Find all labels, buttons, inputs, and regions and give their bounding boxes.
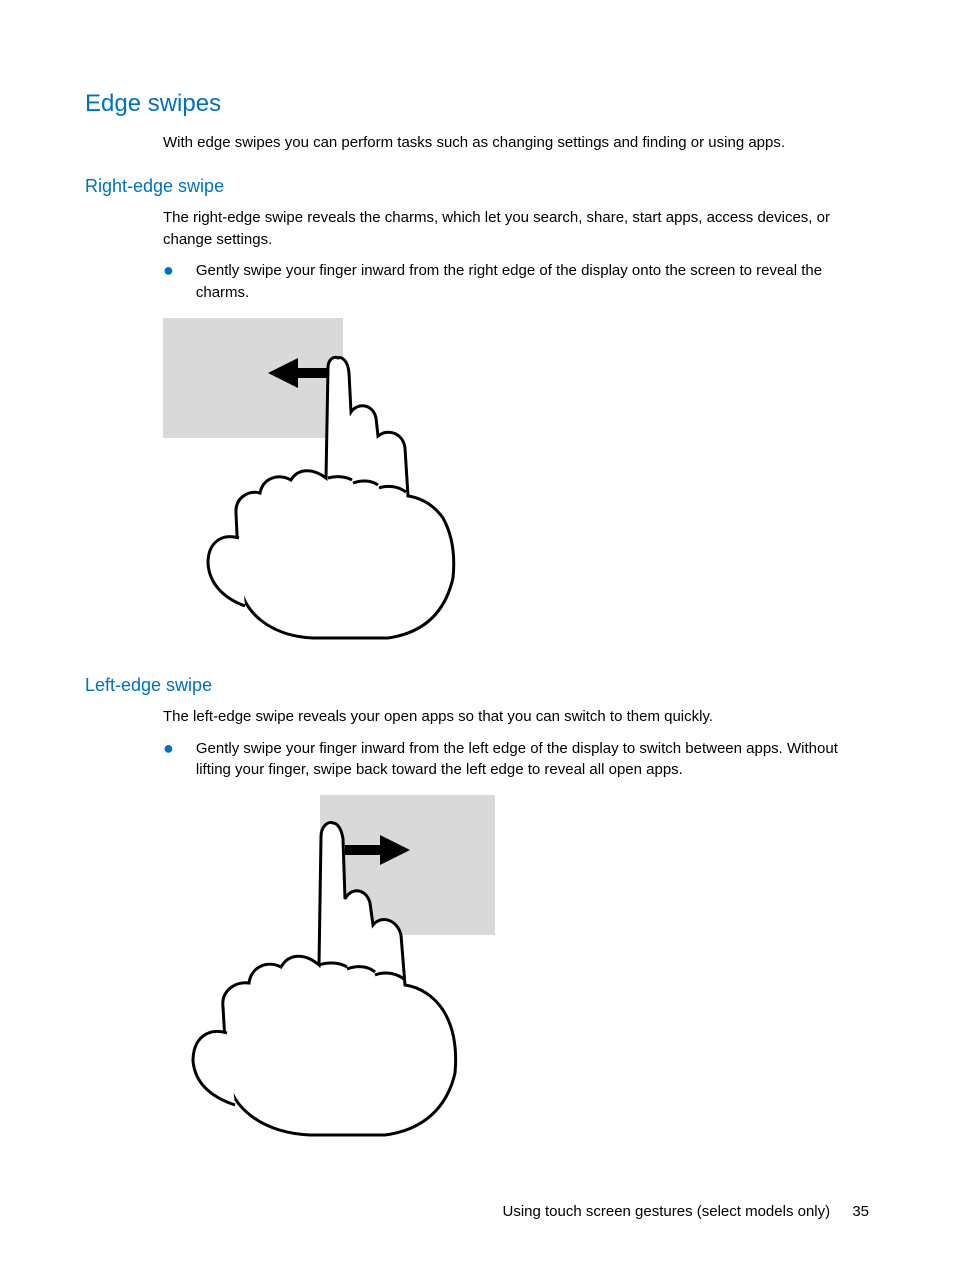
document-page: Edge swipes With edge swipes you can per…	[0, 0, 954, 1270]
left-edge-bullet-text: Gently swipe your finger inward from the…	[196, 738, 869, 782]
bullet-icon: ●	[163, 260, 174, 282]
left-edge-bullet: ● Gently swipe your finger inward from t…	[163, 738, 869, 782]
right-edge-bullet-text: Gently swipe your finger inward from the…	[196, 260, 869, 304]
left-edge-swipe-illustration	[185, 795, 869, 1150]
page-number: 35	[852, 1203, 869, 1220]
left-edge-paragraph: The left-edge swipe reveals your open ap…	[163, 706, 869, 728]
page-heading: Edge swipes	[85, 90, 869, 118]
bullet-icon: ●	[163, 738, 174, 760]
right-edge-swipe-illustration	[163, 318, 869, 653]
page-footer: Using touch screen gestures (select mode…	[502, 1203, 869, 1220]
right-edge-paragraph: The right-edge swipe reveals the charms,…	[163, 207, 869, 251]
subsection-title-left-edge: Left-edge swipe	[85, 675, 869, 696]
footer-text: Using touch screen gestures (select mode…	[502, 1203, 830, 1220]
right-edge-bullet: ● Gently swipe your finger inward from t…	[163, 260, 869, 304]
intro-paragraph: With edge swipes you can perform tasks s…	[163, 132, 869, 154]
subsection-title-right-edge: Right-edge swipe	[85, 176, 869, 197]
